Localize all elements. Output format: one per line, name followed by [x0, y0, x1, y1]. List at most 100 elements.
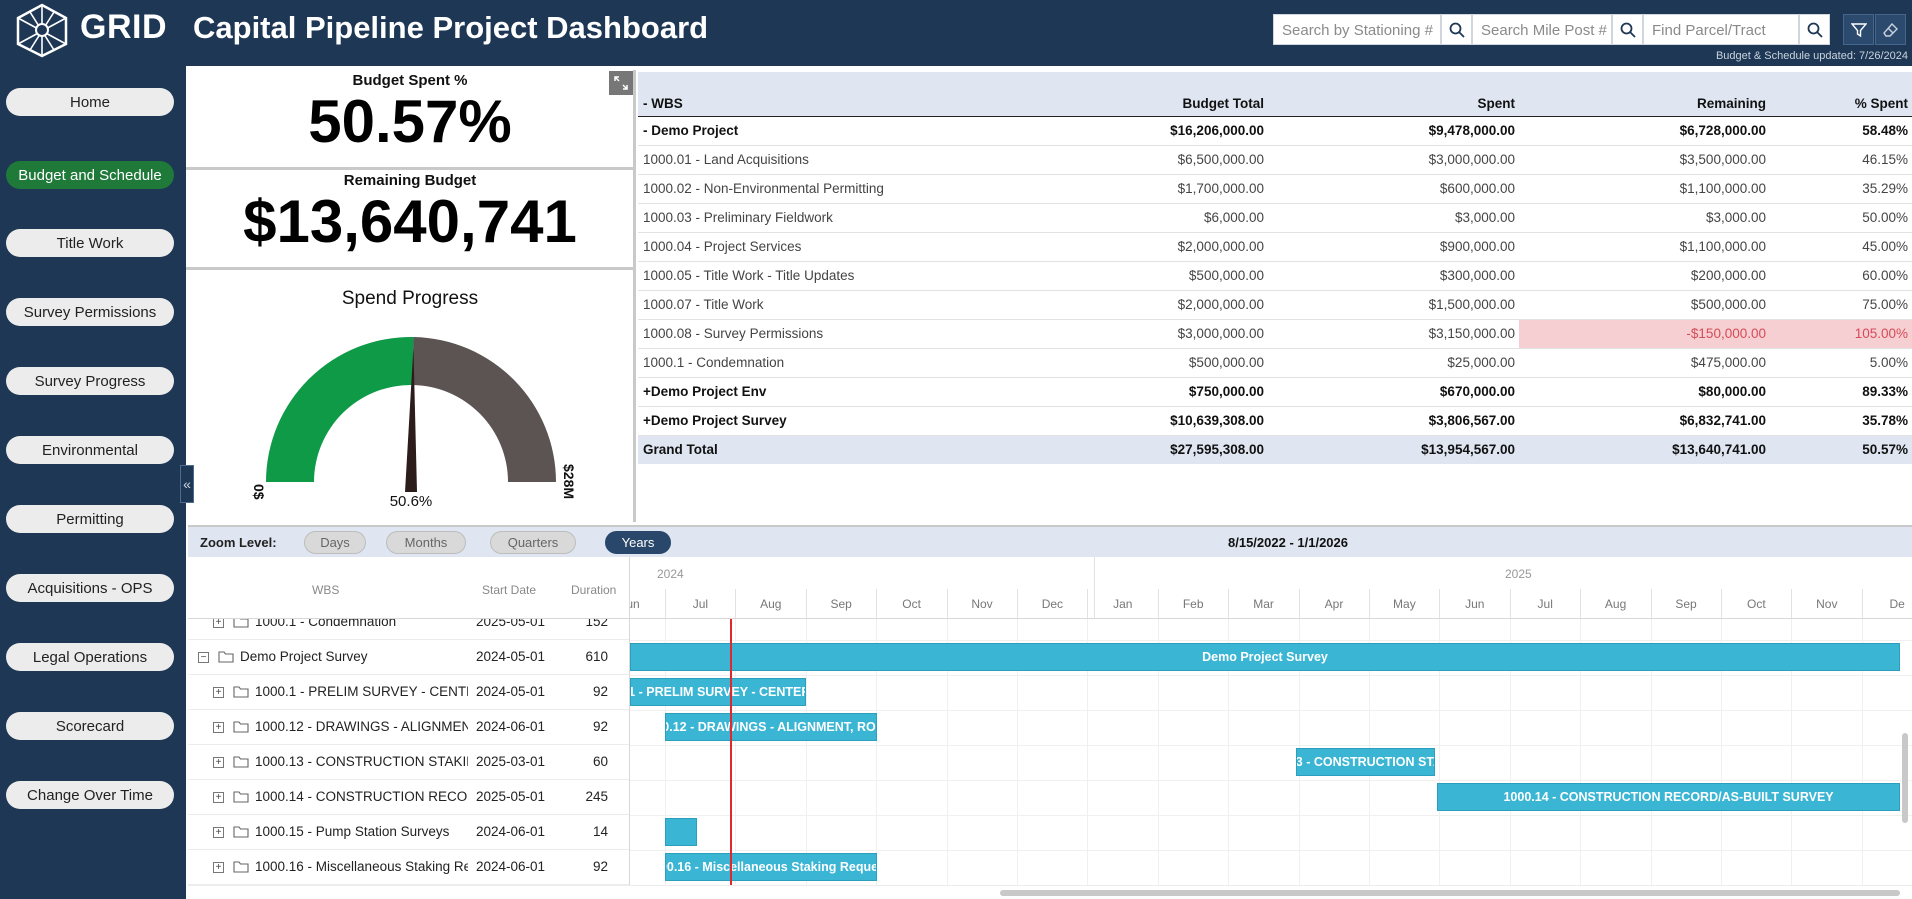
- expand-toggle-icon[interactable]: +: [213, 687, 224, 698]
- sidebar-item-title-work[interactable]: Title Work: [6, 229, 174, 257]
- gantt-task-bar[interactable]: 1000.14 - CONSTRUCTION RECORD/AS-BUILT S…: [1437, 783, 1900, 811]
- gantt-row[interactable]: +1000.13 - CONSTRUCTION STAKING 2025-03-0…: [188, 745, 629, 780]
- cell-budget-total: $1,700,000.00: [1078, 174, 1268, 204]
- gantt-column-wbs[interactable]: WBS: [312, 583, 339, 597]
- timeline-rowline: [630, 745, 1912, 746]
- gantt-row-name: 1000.14 - CONSTRUCTION RECORD/AS-BUILT S…: [255, 789, 468, 804]
- zoom-years-button[interactable]: Years: [605, 531, 671, 554]
- milepost-search-input[interactable]: Search Mile Post #: [1472, 14, 1612, 45]
- expand-toggle-icon[interactable]: +: [213, 619, 224, 628]
- timeline-month-label: Feb: [1182, 597, 1204, 611]
- parcel-search-input[interactable]: Find Parcel/Tract: [1643, 14, 1799, 45]
- clear-filter-button[interactable]: [1875, 14, 1906, 45]
- cell-spent: $600,000.00: [1268, 174, 1519, 204]
- filter-button[interactable]: [1843, 14, 1874, 45]
- gantt-task-bar[interactable]: 1000.1 - PRELIM SURVEY - CENTERLINE: [630, 678, 806, 706]
- cell-budget-total: $2,000,000.00: [1078, 232, 1268, 262]
- cell-percent-spent: 45.00%: [1770, 232, 1912, 262]
- total-wbs: Grand Total: [638, 434, 1078, 464]
- timeline-year-label: 2025: [1505, 567, 1532, 581]
- column-header-remaining[interactable]: Remaining: [1519, 72, 1770, 117]
- gantt-task-bar[interactable]: [664, 818, 698, 846]
- cell-remaining: $1,100,000.00: [1519, 174, 1770, 204]
- expand-toggle-icon[interactable]: +: [213, 792, 224, 803]
- collapse-sidebar-button[interactable]: «: [180, 465, 194, 503]
- stationing-search-input[interactable]: Search by Stationing #: [1273, 14, 1441, 45]
- cell-wbs: 1000.03 - Preliminary Fieldwork: [638, 203, 1078, 233]
- search-icon: [1449, 22, 1465, 38]
- stationing-search-button[interactable]: [1441, 14, 1472, 45]
- zoom-quarters-button[interactable]: Quarters: [490, 531, 576, 554]
- gantt-row[interactable]: +1000.1 - PRELIM SURVEY - CENTERLINE 2024…: [188, 675, 629, 710]
- cell-wbs: - Demo Project: [638, 116, 1078, 146]
- sidebar-item-scorecard[interactable]: Scorecard: [6, 712, 174, 740]
- column-header-budget-total[interactable]: Budget Total: [1078, 72, 1268, 117]
- total-percent-spent: 50.57%: [1770, 434, 1912, 464]
- timeline-month-label: Mar: [1253, 597, 1274, 611]
- column-header-percent-spent[interactable]: % Spent: [1770, 72, 1912, 117]
- row-demo-project[interactable]: - Demo Project $16,206,000.00 $9,478,000.0…: [638, 116, 1912, 146]
- gantt-column-duration[interactable]: Duration: [571, 583, 616, 597]
- remaining-budget-card: Remaining Budget $13,640,741: [186, 170, 634, 270]
- timeline-month-label: Jul: [692, 597, 709, 611]
- gantt-row-duration: 245: [585, 789, 608, 804]
- cell-remaining: $3,500,000.00: [1519, 145, 1770, 175]
- horizontal-scrollbar[interactable]: [188, 885, 1912, 899]
- sidebar-item-permitting[interactable]: Permitting: [6, 505, 174, 533]
- sidebar-item-change-over-time[interactable]: Change Over Time: [6, 781, 174, 809]
- gantt-row[interactable]: +1000.15 - Pump Station Surveys 2024-06-0…: [188, 815, 629, 850]
- sidebar-item-environmental[interactable]: Environmental: [6, 436, 174, 464]
- gantt-row-start-date: 2025-05-01: [476, 619, 546, 629]
- expand-toggle-icon[interactable]: +: [213, 757, 224, 768]
- zoom-days-button[interactable]: Days: [304, 531, 366, 554]
- cell-budget-total: $500,000.00: [1078, 348, 1268, 378]
- row-non-environmental-permitting: 1000.02 - Non-Environmental Permitting $1…: [638, 174, 1912, 204]
- timeline-month-label: Jan: [1113, 597, 1133, 611]
- horizontal-scroll-thumb[interactable]: [1000, 890, 1900, 896]
- row-grand-total: Grand Total $27,595,308.00 $13,954,567.00 $…: [638, 434, 1912, 464]
- row-demo-project-env[interactable]: +Demo Project Env $750,000.00 $670,000.00 $…: [638, 377, 1912, 407]
- gantt-row[interactable]: +1000.14 - CONSTRUCTION RECORD/AS-BUILT …: [188, 780, 629, 815]
- remaining-budget-value: $13,640,741: [243, 188, 577, 255]
- parcel-search-button[interactable]: [1799, 14, 1830, 45]
- expand-button[interactable]: [609, 71, 633, 95]
- grid-logo-icon: [16, 3, 68, 58]
- gantt-row[interactable]: +1000.16 - Miscellaneous Staking Request…: [188, 850, 629, 885]
- gantt-task-bar[interactable]: 1000.12 - DRAWINGS - ALIGNMENT, ROUTE: [664, 713, 878, 741]
- gantt-row[interactable]: − Demo Project Survey 2024-05-01 610: [188, 640, 629, 675]
- gantt-task-bar[interactable]: Demo Project Survey: [630, 643, 1900, 671]
- vertical-scroll-thumb[interactable]: [1902, 733, 1908, 823]
- sidebar-item-budget-and-schedule[interactable]: Budget and Schedule: [6, 161, 174, 189]
- cell-wbs: 1000.01 - Land Acquisitions: [638, 145, 1078, 175]
- gantt-task-bar[interactable]: 1000.16 - Miscellaneous Staking Requests: [664, 853, 878, 881]
- cell-spent: $1,500,000.00: [1268, 290, 1519, 320]
- zoom-months-button[interactable]: Months: [386, 531, 466, 554]
- expand-toggle-icon[interactable]: +: [213, 827, 224, 838]
- search-icon: [1620, 22, 1636, 38]
- gantt-row[interactable]: +1000.1 - Condemnation 2025-05-01 152: [188, 619, 629, 640]
- gantt-task-bar[interactable]: 1000.13 - CONSTRUCTION STAKING: [1296, 748, 1435, 776]
- cell-percent-spent: 75.00%: [1770, 290, 1912, 320]
- gantt-column-start-date[interactable]: Start Date: [482, 583, 536, 597]
- app-header: GRID Capital Pipeline Project Dashboard …: [0, 0, 1912, 66]
- expand-toggle-icon[interactable]: +: [213, 722, 224, 733]
- sidebar-item-home[interactable]: Home: [6, 88, 174, 116]
- gantt-row-start-date: 2024-06-01: [476, 824, 546, 839]
- column-header-wbs[interactable]: - WBS: [638, 72, 1078, 117]
- sidebar-item-legal-operations[interactable]: Legal Operations: [6, 643, 174, 671]
- gantt-row-start-date: 2024-06-01: [476, 859, 546, 874]
- gantt-row[interactable]: +1000.12 - DRAWINGS - ALIGNMENT, ROUTE 20…: [188, 710, 629, 745]
- expand-toggle-icon[interactable]: +: [213, 862, 224, 873]
- sidebar-item-survey-progress[interactable]: Survey Progress: [6, 367, 174, 395]
- timeline-month-label: Sep: [830, 597, 852, 611]
- row-demo-project-survey[interactable]: +Demo Project Survey $10,639,308.00 $3,806…: [638, 406, 1912, 436]
- brand-name: GRID: [80, 8, 167, 46]
- column-header-spent[interactable]: Spent: [1268, 72, 1519, 117]
- gantt-row-name: 1000.12 - DRAWINGS - ALIGNMENT, ROUTE: [255, 719, 468, 734]
- timeline-month-label: Oct: [1747, 597, 1766, 611]
- row-preliminary-fieldwork: 1000.03 - Preliminary Fieldwork $6,000.00…: [638, 203, 1912, 233]
- sidebar-item-acquisitions-ops[interactable]: Acquisitions - OPS: [6, 574, 174, 602]
- milepost-search-button[interactable]: [1612, 14, 1643, 45]
- collapse-toggle-icon[interactable]: −: [198, 652, 209, 663]
- sidebar-item-survey-permissions[interactable]: Survey Permissions: [6, 298, 174, 326]
